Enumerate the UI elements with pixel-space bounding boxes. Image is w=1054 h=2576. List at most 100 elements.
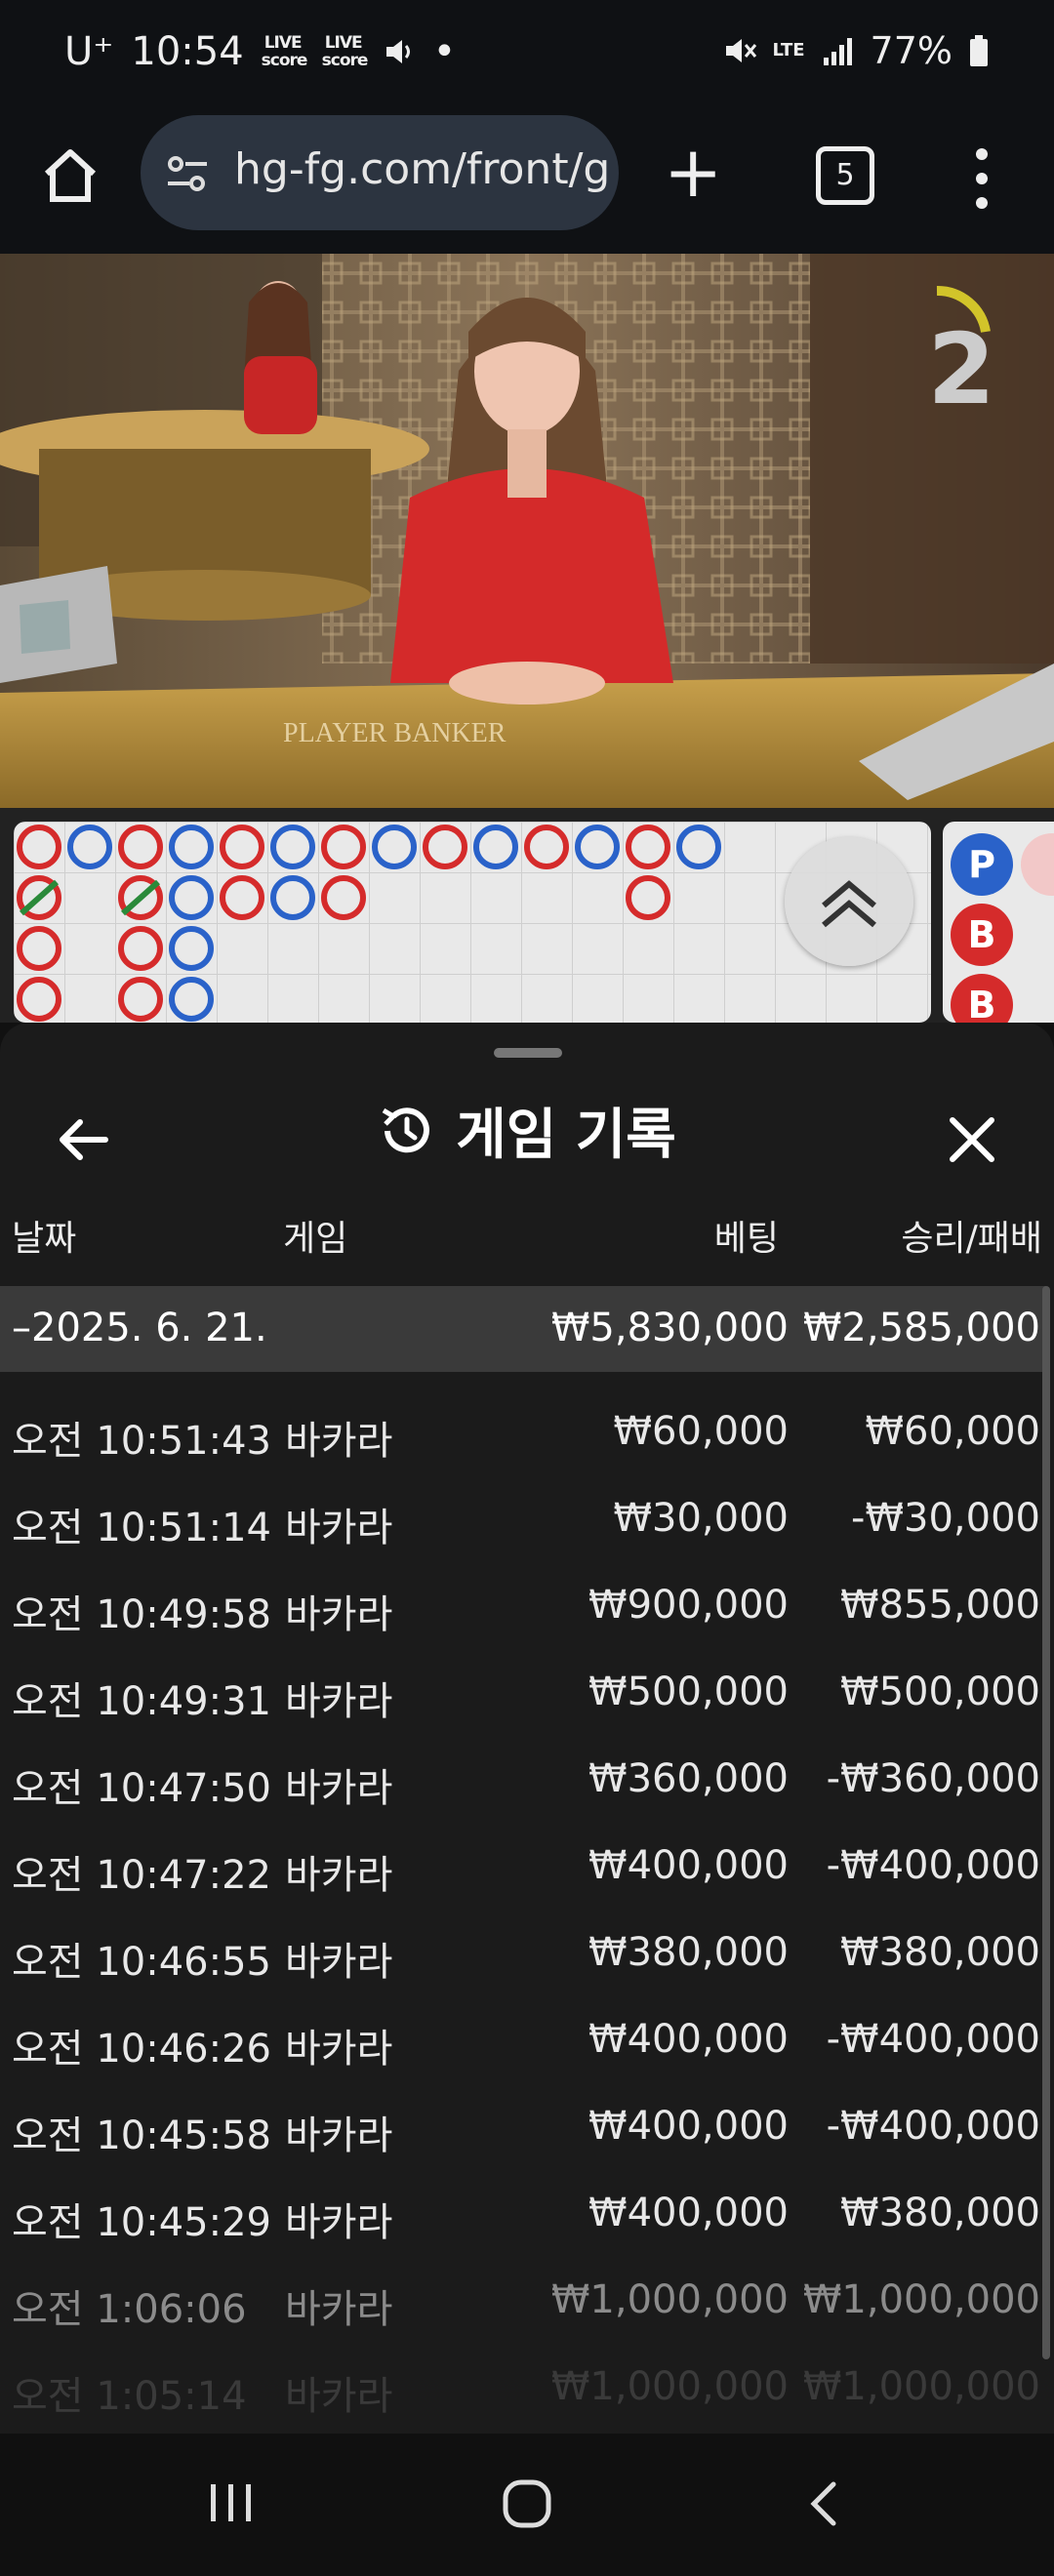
recent-apps-icon[interactable] [207,2478,256,2527]
row-result: ₩1,000,000 [802,2364,1040,2409]
address-bar[interactable]: hg-fg.com/front/g [141,115,619,230]
status-right: LTE 77% [722,29,990,72]
row-time: 오전 10:51:14 [12,1506,271,1550]
history-list: 오전 10:51:43 바카라 ₩60,000 ₩60,000 오전 10:51:14… [0,1386,1046,2428]
game-history-sheet: 게임 기록 날짜 게임 베팅 승리/패배 –2025. 6. 21. ₩5,83… [0,1023,1054,2434]
status-left: U⁺ 10:54 LIVE score LIVE score • [64,29,456,74]
row-bet: ₩380,000 [588,1930,789,1975]
live-dealer-video[interactable]: PLAYER BANKER 2 [0,254,1054,808]
road-marker [169,875,214,920]
table-row[interactable]: 오전 10:47:50 바카라 ₩360,000 -₩360,000 [0,1733,1046,1820]
road-marker [524,825,569,869]
road-marker [220,825,264,869]
table-row[interactable]: 오전 10:51:14 바카라 ₩30,000 -₩30,000 [0,1472,1046,1559]
row-result: ₩60,000 [865,1409,1040,1454]
dealer-scene-image: PLAYER BANKER [0,254,1054,808]
row-game: 바카라 [285,2200,393,2245]
table-row[interactable]: 오전 10:46:55 바카라 ₩380,000 ₩380,000 [0,1907,1046,1993]
row-bet: ₩60,000 [613,1409,789,1454]
road-marker [169,926,214,971]
home-nav-icon[interactable] [502,2478,552,2529]
table-row[interactable]: 오전 10:45:58 바카라 ₩400,000 -₩400,000 [0,2080,1046,2167]
col-date: 날짜 [12,1219,77,1259]
road-marker [220,875,264,920]
signal-icon [823,38,852,65]
bead-b: B [951,904,1013,966]
table-layout-text: PLAYER BANKER [283,718,507,748]
network-type: LTE [772,40,805,60]
sheet-drag-handle[interactable] [494,1048,562,1058]
row-time: 오전 10:46:55 [12,1940,271,1985]
row-game: 바카라 [285,1679,393,1724]
row-result: -₩400,000 [826,1843,1040,1888]
tab-switcher-icon[interactable]: 5 [816,146,874,205]
row-time: 오전 1:05:14 [12,2374,247,2419]
row-game: 바카라 [285,2113,393,2158]
bead-road: P B B [0,808,1054,1023]
round-counter: 2 [927,312,995,426]
table-row[interactable]: 오전 10:49:31 바카라 ₩500,000 ₩500,000 [0,1646,1046,1733]
road-marker [473,825,518,869]
row-result: ₩855,000 [840,1583,1040,1628]
expand-road-button[interactable] [785,837,913,966]
road-marker [372,825,417,869]
row-result: ₩500,000 [840,1670,1040,1714]
home-icon[interactable] [39,144,101,207]
url-text: hg-fg.com/front/g [234,144,611,194]
road-marker [67,825,112,869]
more-icon[interactable] [972,144,992,213]
browser-toolbar: hg-fg.com/front/g + 5 [0,115,1054,254]
notification-dot: • [432,29,457,74]
road-marker [169,825,214,869]
row-game: 바카라 [285,2287,393,2332]
row-game: 바카라 [285,1940,393,1985]
site-settings-icon[interactable] [166,152,209,195]
road-marker [626,825,670,869]
col-bet: 베팅 [713,1219,779,1259]
bead-plate-grid[interactable]: P B B [943,822,1054,1023]
row-bet: ₩400,000 [588,2191,789,2235]
scrollbar[interactable] [1042,1286,1050,2359]
row-time: 오전 1:06:06 [12,2287,247,2332]
date-group-row[interactable]: –2025. 6. 21. ₩5,830,000 ₩2,585,000 [0,1286,1046,1372]
row-bet: ₩360,000 [588,1756,789,1801]
table-row[interactable]: 오전 1:05:14 바카라 ₩1,000,000 ₩1,000,000 [0,2341,1046,2428]
table-row[interactable]: 오전 10:49:58 바카라 ₩900,000 ₩855,000 [0,1559,1046,1646]
tie-mark [121,879,160,916]
new-tab-icon[interactable]: + [664,137,722,207]
table-row[interactable]: 오전 10:46:26 바카라 ₩400,000 -₩400,000 [0,1993,1046,2080]
table-row[interactable]: 오전 10:45:29 바카라 ₩400,000 ₩380,000 [0,2167,1046,2254]
row-game: 바카라 [285,1853,393,1898]
row-bet: ₩400,000 [588,2017,789,2062]
road-marker [17,926,61,971]
mute-icon [725,39,756,62]
tie-mark [20,879,59,916]
row-time: 오전 10:49:31 [12,1679,271,1724]
row-bet: ₩1,000,000 [550,2364,789,2409]
row-time: 오전 10:47:50 [12,1766,271,1811]
road-marker [118,825,163,869]
row-bet: ₩1,000,000 [550,2277,789,2322]
road-marker [17,977,61,1022]
table-row[interactable]: 오전 1:06:06 바카라 ₩1,000,000 ₩1,000,000 [0,2254,1046,2341]
row-result: -₩400,000 [826,2017,1040,2062]
livescore-notification-icon: LIVE score [261,33,308,70]
row-game: 바카라 [285,1592,393,1637]
table-row[interactable]: 오전 10:47:22 바카라 ₩400,000 -₩400,000 [0,1820,1046,1907]
row-game: 바카라 [285,2374,393,2419]
col-game: 게임 [283,1219,348,1259]
battery-icon [970,35,988,66]
row-game: 바카라 [285,1766,393,1811]
table-row[interactable]: 오전 10:51:43 바카라 ₩60,000 ₩60,000 [0,1386,1046,1472]
livescore-notification-icon-2: LIVE score [321,33,369,70]
road-marker [270,875,315,920]
row-time: 오전 10:47:22 [12,1853,271,1898]
speaker-icon [385,40,410,63]
back-nav-icon[interactable] [800,2478,849,2529]
date-group-result: ₩2,585,000 [802,1306,1040,1350]
status-bar: U⁺ 10:54 LIVE score LIVE score • LTE 77% [0,0,1054,115]
road-marker [321,825,366,869]
close-icon[interactable] [945,1112,999,1167]
bead-p: P [951,833,1013,896]
row-result: ₩1,000,000 [802,2277,1040,2322]
